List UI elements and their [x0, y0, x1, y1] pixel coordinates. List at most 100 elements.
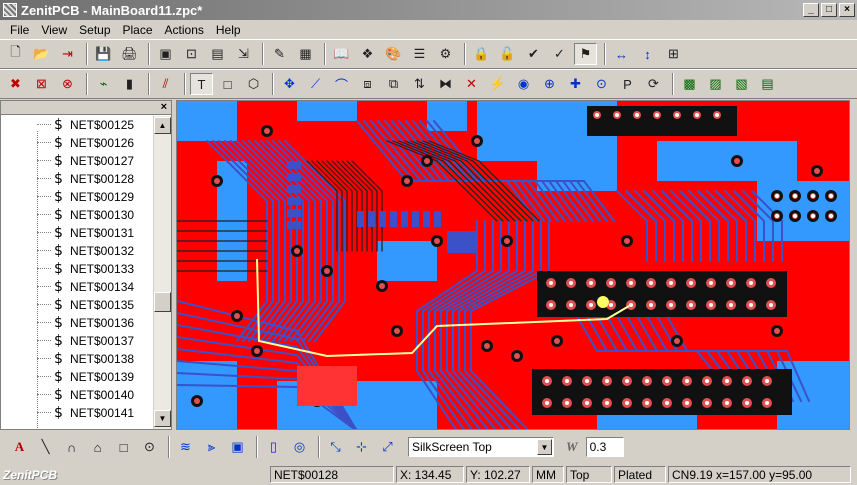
- dimension-h-icon[interactable]: ↔: [610, 43, 633, 65]
- component-pin-icon[interactable]: ▮: [118, 73, 141, 95]
- scroll-up-icon[interactable]: ▲: [154, 117, 171, 134]
- drc-icon[interactable]: ✓: [548, 43, 571, 65]
- delete-via-icon[interactable]: ⊗: [56, 73, 79, 95]
- lock-icon[interactable]: 🔒: [470, 43, 493, 65]
- set-icon[interactable]: ⊞: [662, 43, 685, 65]
- footprint-icon[interactable]: ⧉: [382, 73, 405, 95]
- move-icon[interactable]: ✥: [278, 73, 301, 95]
- net-list-item[interactable]: $ NET$00127: [1, 152, 149, 170]
- open-icon[interactable]: 📂: [30, 43, 53, 65]
- text-tool-icon[interactable]: A: [8, 436, 31, 458]
- net-list-item[interactable]: $ NET$00126: [1, 134, 149, 152]
- polygon-icon[interactable]: ⬡: [242, 73, 265, 95]
- net-list-item[interactable]: $ NET$00131: [1, 224, 149, 242]
- net-list-item[interactable]: $ NET$00135: [1, 296, 149, 314]
- component-icon[interactable]: ⊡: [180, 43, 203, 65]
- component2-icon[interactable]: ⧈: [356, 73, 379, 95]
- autoroute-icon[interactable]: ⚡: [486, 73, 509, 95]
- net-list-item[interactable]: $ NET$00133: [1, 260, 149, 278]
- copper3-icon[interactable]: ▧: [730, 73, 753, 95]
- net-list-item[interactable]: $ NET$00137: [1, 332, 149, 350]
- copper2-icon[interactable]: ▨: [704, 73, 727, 95]
- swap-icon[interactable]: ⇅: [408, 73, 431, 95]
- pad-icon[interactable]: P: [616, 73, 639, 95]
- via-icon[interactable]: ◉: [512, 73, 535, 95]
- layer-select[interactable]: SilkScreen Top ▼: [408, 437, 554, 457]
- circle-tool-icon[interactable]: ⊙: [138, 436, 161, 458]
- maximize-button[interactable]: □: [821, 3, 837, 17]
- rectangle-icon[interactable]: □: [216, 73, 239, 95]
- netlist-scrollbar[interactable]: ▲ ▼: [153, 116, 171, 429]
- arc-tool-icon[interactable]: ∩: [60, 436, 83, 458]
- net-list-item[interactable]: $ NET$00140: [1, 386, 149, 404]
- net-list-item[interactable]: $ NET$00125: [1, 116, 149, 134]
- board-icon[interactable]: ▣: [154, 43, 177, 65]
- print-icon[interactable]: 🖨: [118, 43, 141, 65]
- unlock-icon[interactable]: 🔓: [496, 43, 519, 65]
- scroll-thumb[interactable]: [154, 292, 171, 312]
- menu-place[interactable]: Place: [117, 23, 159, 37]
- center-icon[interactable]: ⫸: [200, 436, 223, 458]
- measure-icon[interactable]: ⤡: [324, 436, 347, 458]
- properties-icon[interactable]: ☰: [408, 43, 431, 65]
- close-button[interactable]: ×: [839, 3, 855, 17]
- route-tool-icon[interactable]: ⤢: [376, 436, 399, 458]
- add-cross-icon[interactable]: ✚: [564, 73, 587, 95]
- new-icon[interactable]: 🗋: [4, 43, 27, 65]
- exit-icon[interactable]: ⇥: [56, 43, 79, 65]
- pcb-layout[interactable]: [177, 101, 850, 430]
- add-circle-icon[interactable]: ⊙: [590, 73, 613, 95]
- layers-icon[interactable]: ❖: [356, 43, 379, 65]
- ratsnest-icon[interactable]: ⌁: [92, 73, 115, 95]
- menu-setup[interactable]: Setup: [73, 23, 116, 37]
- net-list-item[interactable]: $ NET$00132: [1, 242, 149, 260]
- chevron-down-icon[interactable]: ▼: [537, 439, 552, 455]
- net-list-item[interactable]: $ NET$00129: [1, 188, 149, 206]
- snap-icon[interactable]: ⊹: [350, 436, 373, 458]
- rect-tool-icon[interactable]: □: [112, 436, 135, 458]
- edit-icon[interactable]: ✎: [268, 43, 291, 65]
- online-drc-icon[interactable]: ⚑: [574, 43, 597, 65]
- net-list-item[interactable]: $ NET$00138: [1, 350, 149, 368]
- cycle-icon[interactable]: ⟳: [642, 73, 665, 95]
- report-icon[interactable]: ▤: [756, 73, 779, 95]
- pad-settings-icon[interactable]: ◎: [288, 436, 311, 458]
- minimize-button[interactable]: _: [803, 3, 819, 17]
- shape-tool-icon[interactable]: ⌂: [86, 436, 109, 458]
- save-icon[interactable]: 💾: [92, 43, 115, 65]
- menu-help[interactable]: Help: [210, 23, 247, 37]
- net-list-item[interactable]: $ NET$00128: [1, 170, 149, 188]
- line-icon[interactable]: ⟋: [304, 73, 327, 95]
- hatch-icon[interactable]: ≋: [174, 436, 197, 458]
- text-icon[interactable]: T: [190, 73, 213, 95]
- route-icon[interactable]: ⫽: [154, 73, 177, 95]
- unroute-icon[interactable]: ✕: [460, 73, 483, 95]
- fill-icon[interactable]: ▣: [226, 436, 249, 458]
- delete-icon[interactable]: ✖: [4, 73, 27, 95]
- dimension-v-icon[interactable]: ↕: [636, 43, 659, 65]
- export-icon[interactable]: ⇲: [232, 43, 255, 65]
- net-list-item[interactable]: $ NET$00141: [1, 404, 149, 422]
- net-list-item[interactable]: $ NET$00139: [1, 368, 149, 386]
- check-icon[interactable]: ✔: [522, 43, 545, 65]
- pcb-icon[interactable]: ▤: [206, 43, 229, 65]
- add-pad-icon[interactable]: ⊕: [538, 73, 561, 95]
- delete-trace-icon[interactable]: ⊠: [30, 73, 53, 95]
- library-icon[interactable]: 📖: [330, 43, 353, 65]
- width-input[interactable]: 0.3: [585, 437, 624, 457]
- net-list-item[interactable]: $ NET$00134: [1, 278, 149, 296]
- menu-actions[interactable]: Actions: [159, 23, 210, 37]
- arc-icon[interactable]: ⌒: [330, 73, 353, 95]
- menu-view[interactable]: View: [35, 23, 73, 37]
- scroll-down-icon[interactable]: ▼: [154, 410, 171, 427]
- pcb-canvas[interactable]: [176, 100, 850, 430]
- menu-file[interactable]: File: [4, 23, 35, 37]
- net-list-item[interactable]: $ NET$00130: [1, 206, 149, 224]
- line-tool-icon[interactable]: ╲: [34, 436, 57, 458]
- palette-icon[interactable]: 🎨: [382, 43, 405, 65]
- copper-icon[interactable]: ▩: [678, 73, 701, 95]
- net-list-item[interactable]: $ NET$00136: [1, 314, 149, 332]
- grid-icon[interactable]: ▦: [294, 43, 317, 65]
- design-rules-icon[interactable]: ⚙: [434, 43, 457, 65]
- pin-icon[interactable]: ▯: [262, 436, 285, 458]
